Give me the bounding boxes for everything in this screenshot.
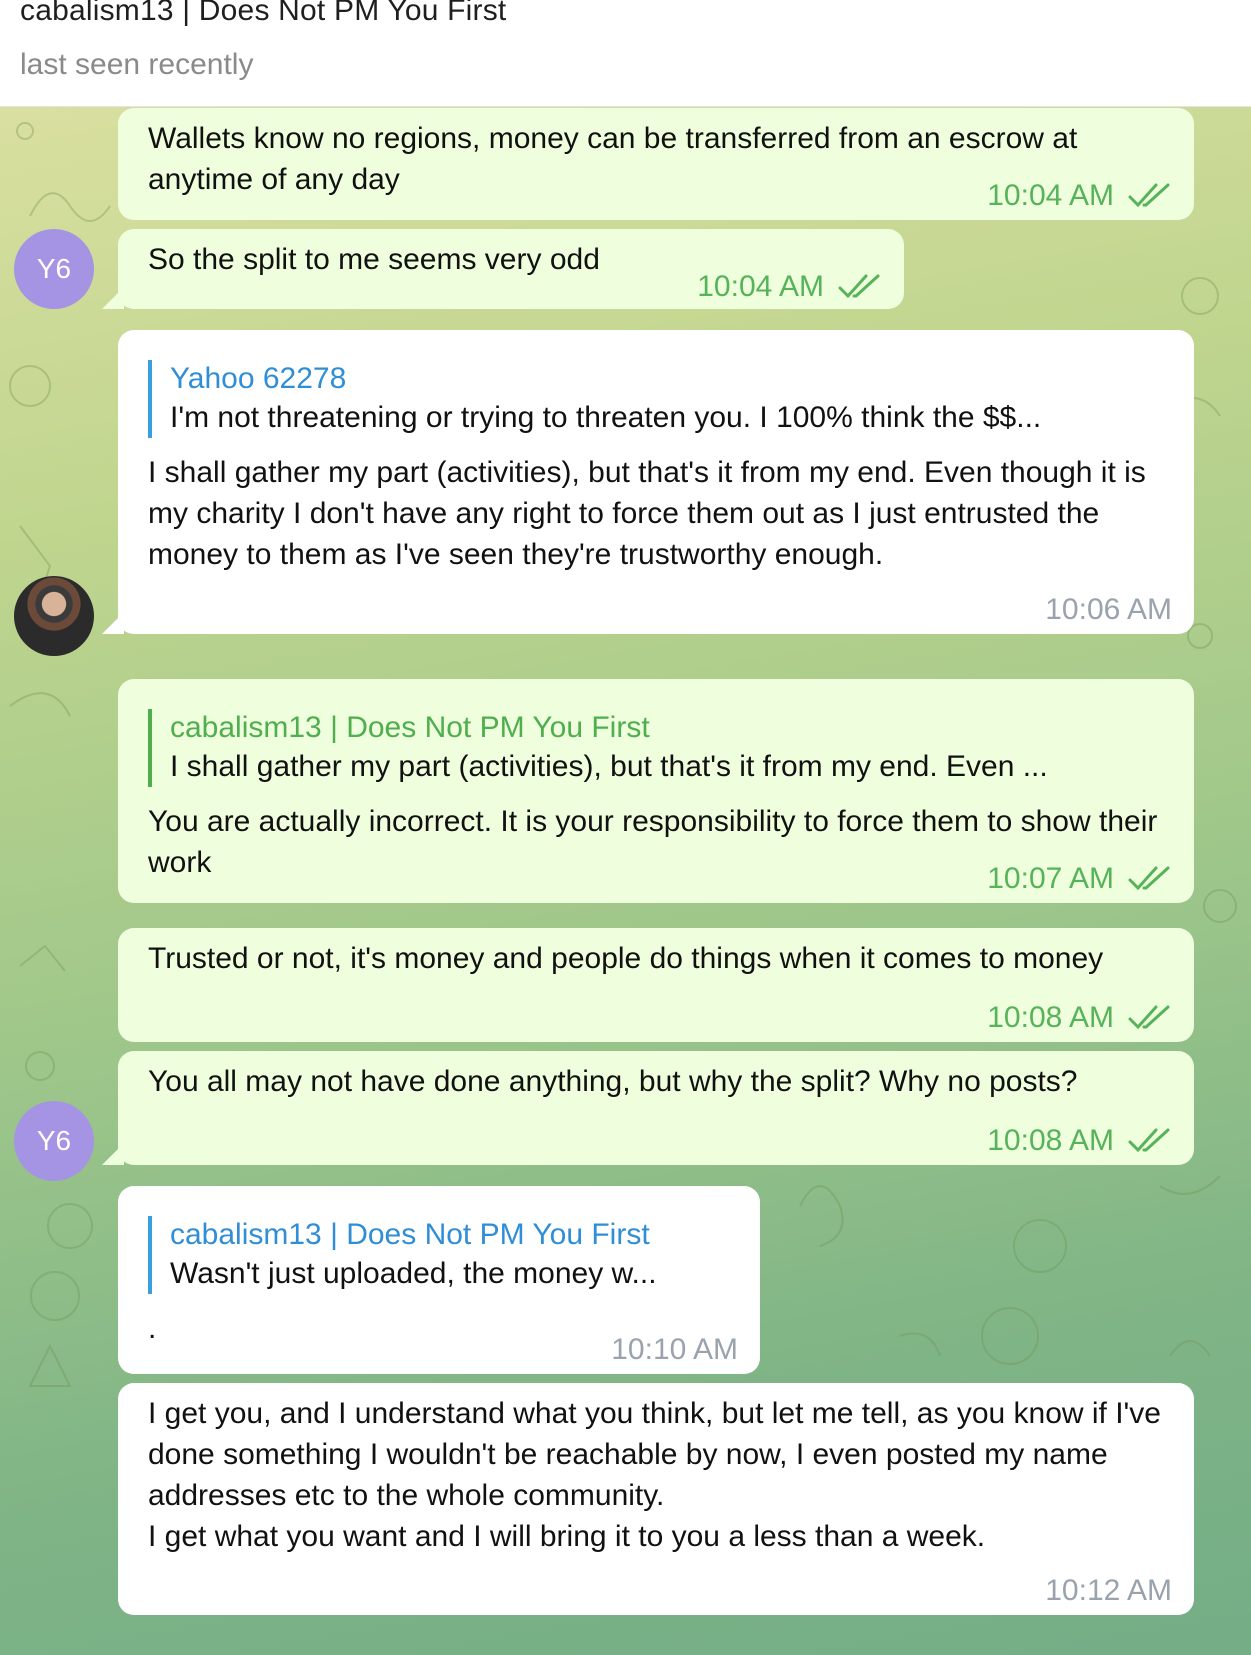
reply-quote[interactable]: cabalism13 | Does Not PM You First Wasn'…: [148, 1216, 730, 1294]
message-bubble-outgoing[interactable]: You all may not have done anything, but …: [118, 1051, 1194, 1165]
double-check-icon: [1128, 866, 1172, 892]
message-text: Trusted or not, it's money and people do…: [148, 942, 1104, 975]
message-bubble-incoming[interactable]: cabalism13 | Does Not PM You First Wasn'…: [118, 1186, 760, 1374]
message-bubble-outgoing[interactable]: So the split to me seems very odd 10:04 …: [118, 229, 904, 309]
message-bubble-outgoing[interactable]: Trusted or not, it's money and people do…: [118, 928, 1194, 1042]
reply-quote-text: Wasn't just uploaded, the money w...: [170, 1257, 657, 1290]
chat-status: last seen recently: [20, 48, 254, 81]
message-time: 10:12 AM: [1045, 1574, 1172, 1607]
message-bubble-outgoing[interactable]: Wallets know no regions, money can be tr…: [118, 108, 1194, 220]
message-text: You all may not have done anything, but …: [148, 1065, 1078, 1098]
double-check-icon: [1128, 183, 1172, 209]
message-text: I shall gather my part (activities), but…: [148, 456, 1146, 571]
message-time: 10:06 AM: [1045, 593, 1172, 626]
reply-quote-author: cabalism13 | Does Not PM You First: [170, 1218, 650, 1251]
reply-quote-author: cabalism13 | Does Not PM You First: [170, 711, 650, 744]
avatar-user-photo[interactable]: [14, 576, 94, 656]
reply-quote-author: Yahoo 62278: [170, 362, 347, 395]
message-bubble-outgoing[interactable]: cabalism13 | Does Not PM You First I sha…: [118, 679, 1194, 903]
message-meta: 10:07 AM: [987, 861, 1172, 897]
message-text-line: I get you, and I understand what you thi…: [148, 1397, 1161, 1512]
double-check-icon: [1128, 1005, 1172, 1031]
avatar-initials: Y6: [36, 253, 72, 284]
reply-quote[interactable]: cabalism13 | Does Not PM You First I sha…: [148, 709, 1164, 787]
message-meta: 10:12 AM: [1045, 1573, 1172, 1609]
double-check-icon: [838, 274, 882, 300]
message-meta: 10:04 AM: [987, 178, 1172, 214]
avatar-initials: Y6: [36, 1125, 72, 1156]
message-bubble-incoming[interactable]: Yahoo 62278 I'm not threatening or tryin…: [118, 330, 1194, 634]
message-meta: 10:10 AM: [611, 1332, 738, 1368]
message-time: 10:08 AM: [987, 1001, 1114, 1034]
reply-quote[interactable]: Yahoo 62278 I'm not threatening or tryin…: [148, 360, 1164, 438]
message-meta: 10:06 AM: [1045, 592, 1172, 628]
message-time: 10:04 AM: [987, 179, 1114, 212]
message-bubble-incoming[interactable]: I get you, and I understand what you thi…: [118, 1383, 1194, 1615]
message-time: 10:08 AM: [987, 1124, 1114, 1157]
reply-quote-text: I'm not threatening or trying to threate…: [170, 401, 1042, 434]
message-text-line: I get what you want and I will bring it …: [148, 1520, 986, 1553]
message-time: 10:07 AM: [987, 862, 1114, 895]
reply-quote-text: I shall gather my part (activities), but…: [170, 750, 1048, 783]
chat-title[interactable]: cabalism13 | Does Not PM You First: [20, 0, 506, 28]
message-time: 10:04 AM: [697, 270, 824, 303]
chat-header[interactable]: cabalism13 | Does Not PM You First last …: [0, 0, 1251, 107]
message-meta: 10:04 AM: [697, 269, 882, 305]
double-check-icon: [1128, 1128, 1172, 1154]
avatar-y6[interactable]: Y6: [14, 1101, 94, 1181]
message-list[interactable]: Wallets know no regions, money can be tr…: [0, 106, 1251, 1655]
message-meta: 10:08 AM: [987, 1000, 1172, 1036]
message-meta: 10:08 AM: [987, 1123, 1172, 1159]
message-time: 10:10 AM: [611, 1333, 738, 1366]
avatar-y6[interactable]: Y6: [14, 229, 94, 309]
